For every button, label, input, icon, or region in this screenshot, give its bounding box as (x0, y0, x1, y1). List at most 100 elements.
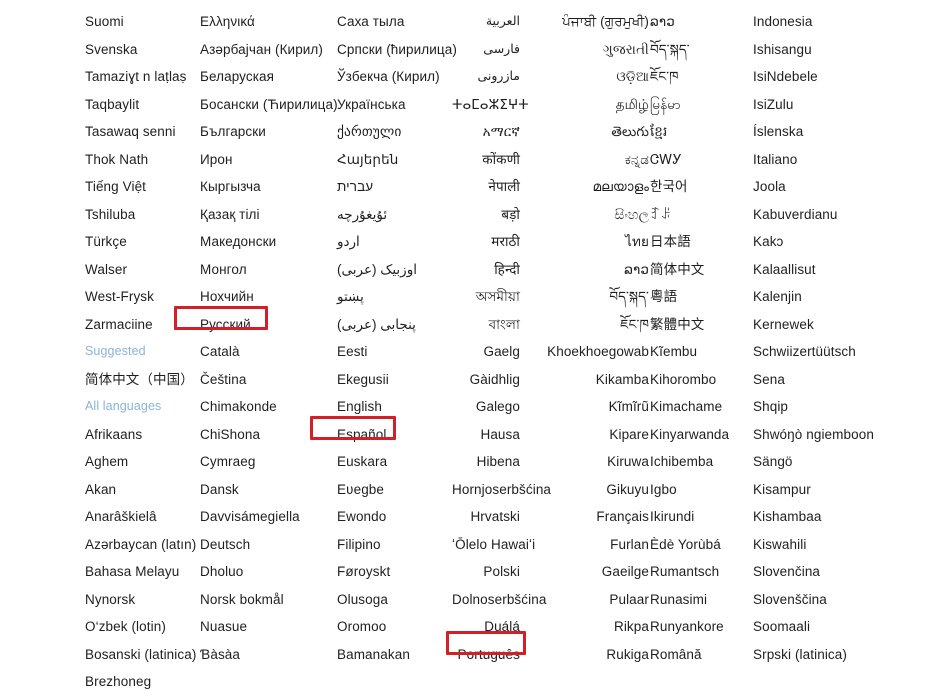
language-option[interactable]: Gaelg (452, 338, 520, 366)
language-option[interactable]: Galego (452, 393, 520, 421)
language-option[interactable]: Italiano (753, 146, 928, 174)
language-option[interactable]: Svenska (85, 36, 203, 64)
language-option[interactable]: ཇོང་ཁ (650, 63, 750, 91)
language-option[interactable]: ไทย (545, 228, 649, 256)
language-option[interactable]: Български (200, 118, 335, 146)
language-option[interactable]: Bahasa Melayu (85, 558, 203, 586)
language-option[interactable]: English (337, 393, 457, 421)
language-option[interactable]: Filipino (337, 531, 457, 559)
language-option[interactable]: ລາວ (545, 256, 649, 284)
language-option[interactable]: Brezhoneg (85, 668, 203, 696)
language-option[interactable]: Chimakonde (200, 393, 335, 421)
language-option[interactable]: Ekegusii (337, 366, 457, 394)
language-option[interactable]: Монгол (200, 256, 335, 284)
language-option[interactable]: Cymraeg (200, 448, 335, 476)
language-option[interactable]: Dansk (200, 476, 335, 504)
language-option[interactable]: Кыргызча (200, 173, 335, 201)
language-option[interactable]: Eesti (337, 338, 457, 366)
language-option[interactable]: Khoekhoegowab (545, 338, 649, 366)
language-option[interactable]: 简体中文 (650, 256, 750, 284)
language-option[interactable]: Suomi (85, 8, 203, 36)
language-option[interactable]: සිංහල (545, 201, 649, 229)
language-option[interactable]: Bamanakan (337, 641, 457, 669)
language-option[interactable]: Runasimi (650, 586, 750, 614)
language-option[interactable]: बड़ो (452, 201, 520, 229)
language-option[interactable]: Èdè Yorùbá (650, 531, 750, 559)
language-option[interactable]: Joola (753, 173, 928, 201)
language-option[interactable]: Čeština (200, 366, 335, 394)
language-option[interactable]: 日本語 (650, 228, 750, 256)
language-option[interactable]: Нохчийн (200, 283, 335, 311)
language-option[interactable]: Deutsch (200, 531, 335, 559)
language-option[interactable]: العربية (452, 8, 520, 36)
language-option[interactable]: कोंकणी (452, 146, 520, 174)
language-option[interactable]: Sängö (753, 448, 928, 476)
language-option[interactable]: Slovenščina (753, 586, 928, 614)
language-option[interactable]: Հայերեն (337, 146, 457, 174)
language-option[interactable]: Davvisámegiella (200, 503, 335, 531)
language-option[interactable]: Azərbaycan (latın) (85, 531, 203, 559)
language-option[interactable]: Hornjoserbšćina (452, 476, 551, 504)
language-option[interactable]: Македонски (200, 228, 335, 256)
language-option[interactable]: Kalaallisut (753, 256, 928, 284)
language-option[interactable]: Akan (85, 476, 203, 504)
language-option[interactable]: Саха тыла (337, 8, 457, 36)
language-option[interactable]: Afrikaans (85, 421, 203, 449)
language-option[interactable]: Kiswahili (753, 531, 928, 559)
language-option[interactable]: ᏣᎳᎩ (650, 146, 750, 174)
language-option[interactable]: Ewondo (337, 503, 457, 531)
language-option[interactable]: Walser (85, 256, 203, 284)
language-option[interactable]: Taqbaylit (85, 91, 203, 119)
language-option[interactable]: Shqip (753, 393, 928, 421)
language-option[interactable]: Gikuyu (545, 476, 649, 504)
language-option[interactable]: Thok Nath (85, 146, 203, 174)
language-option[interactable]: Shwóŋò ngiemboon (753, 421, 928, 449)
language-option[interactable]: Kakɔ (753, 228, 928, 256)
language-option[interactable]: Sena (753, 366, 928, 394)
language-option[interactable]: Dholuo (200, 558, 335, 586)
language-option[interactable]: Kalenjin (753, 283, 928, 311)
language-option[interactable]: Slovenčina (753, 558, 928, 586)
language-option[interactable]: اوزبیک (عربی) (337, 256, 457, 284)
language-option[interactable]: Kikamba (545, 366, 649, 394)
language-option[interactable]: অসমীয়া (452, 283, 520, 311)
language-option[interactable]: Aghem (85, 448, 203, 476)
language-option[interactable]: ئۇيغۇرچە (337, 201, 457, 229)
language-option[interactable]: Soomaali (753, 613, 928, 641)
language-option[interactable]: فارسی (452, 36, 520, 64)
language-option[interactable]: Duálá (452, 613, 520, 641)
language-option[interactable]: پښتو (337, 283, 457, 311)
language-option[interactable]: Hrvatski (452, 503, 520, 531)
language-option[interactable]: Tasawaq senni (85, 118, 203, 146)
language-option[interactable]: O‘zbek (lotin) (85, 613, 203, 641)
language-option[interactable]: Босански (Ћирилица) (200, 91, 338, 119)
language-option[interactable]: Kĩembu (650, 338, 750, 366)
language-option[interactable]: Norsk bokmål (200, 586, 335, 614)
language-option[interactable]: Українська (337, 91, 457, 119)
language-option[interactable]: Gàidhlig (452, 366, 520, 394)
language-option[interactable]: Eʋegbe (337, 476, 457, 504)
language-option[interactable]: Indonesia (753, 8, 928, 36)
language-option[interactable]: IsiNdebele (753, 63, 928, 91)
language-option[interactable]: ગુજરાતી (545, 36, 649, 64)
language-option[interactable]: 한국어 (650, 173, 750, 201)
language-option[interactable]: မြန်မာ (650, 91, 750, 119)
language-option[interactable]: Kishambaa (753, 503, 928, 531)
language-option[interactable]: עברית (337, 173, 457, 201)
language-option[interactable]: Nynorsk (85, 586, 203, 614)
language-option[interactable]: 粵語 (650, 283, 750, 311)
language-option[interactable]: Rikpa (545, 613, 649, 641)
language-option[interactable]: Türkçe (85, 228, 203, 256)
language-option[interactable]: Føroyskt (337, 558, 457, 586)
language-option[interactable]: বাংলা (452, 311, 520, 339)
language-option[interactable]: Hausa (452, 421, 520, 449)
language-option[interactable]: ខ្មែរ (650, 118, 750, 146)
language-option[interactable]: Français (545, 503, 649, 531)
language-option[interactable]: ʻŌlelo Hawaiʻi (452, 531, 535, 559)
language-option[interactable]: 简体中文（中国） (85, 366, 203, 394)
language-option[interactable]: Anarâškielâ (85, 503, 203, 531)
language-option[interactable]: Tiếng Việt (85, 173, 203, 201)
language-option[interactable]: བོད་སྐད་ (545, 283, 649, 311)
language-option[interactable]: Kinyarwanda (650, 421, 750, 449)
language-option[interactable]: ཇོང་ཁ (545, 311, 649, 339)
